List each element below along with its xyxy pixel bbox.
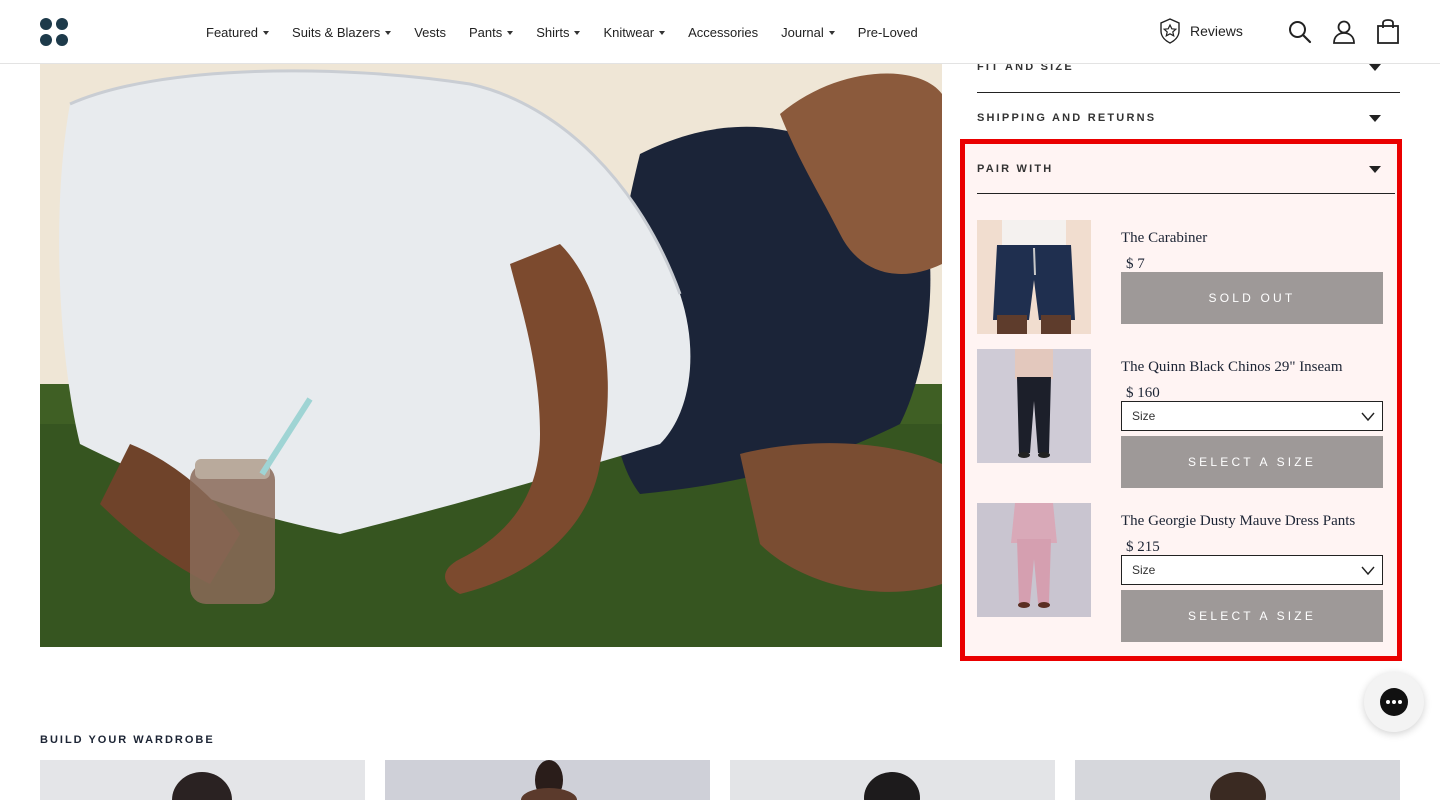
product-thumbnail-georgie-pants[interactable] xyxy=(977,503,1091,617)
nav-knitwear[interactable]: Knitwear xyxy=(603,25,666,40)
product-image xyxy=(977,220,1091,334)
reviews-label: Reviews xyxy=(1190,23,1243,39)
product-price: $ 7 xyxy=(1126,256,1145,272)
sold-out-button[interactable]: SOLD OUT xyxy=(1121,272,1383,324)
chevron-down-icon xyxy=(574,30,581,35)
chevron-down-icon[interactable] xyxy=(1369,115,1381,122)
product-thumbnail-quinn-chinos[interactable] xyxy=(977,349,1091,463)
size-select-value: Size xyxy=(1132,409,1156,423)
product-name[interactable]: The Quinn Black Chinos 29" Inseam xyxy=(1121,359,1343,376)
product-name[interactable]: The Carabiner xyxy=(1121,230,1207,247)
chevron-down-icon[interactable] xyxy=(1369,64,1381,71)
wardrobe-card[interactable] xyxy=(385,760,710,800)
chevron-down-icon xyxy=(659,30,666,35)
chat-bubble-icon xyxy=(1380,688,1408,716)
product-price: $ 160 xyxy=(1126,385,1160,401)
accordion-pair-with[interactable]: PAIR WITH xyxy=(977,163,1053,175)
product-name[interactable]: The Georgie Dusty Mauve Dress Pants xyxy=(1121,513,1355,530)
nav-featured[interactable]: Featured xyxy=(206,25,270,40)
divider xyxy=(977,193,1395,194)
select-size-button[interactable]: SELECT A SIZE xyxy=(1121,590,1383,642)
pair-with-panel: PAIR WITH The Carabiner $ 7 SOLD OUT The… xyxy=(960,139,1402,661)
nav-shirts[interactable]: Shirts xyxy=(536,25,581,40)
nav-pants[interactable]: Pants xyxy=(469,25,514,40)
site-header: Featured Suits & Blazers Vests Pants Shi… xyxy=(0,0,1440,64)
logo-icon[interactable] xyxy=(40,18,70,46)
nav-vests[interactable]: Vests xyxy=(414,25,446,40)
size-select[interactable]: Size xyxy=(1121,401,1383,431)
cart-icon[interactable] xyxy=(1375,19,1401,45)
chevron-down-icon xyxy=(385,30,392,35)
section-title-build-your-wardrobe: BUILD YOUR WARDROBE xyxy=(40,734,215,746)
product-hero-image xyxy=(40,64,942,647)
account-icon[interactable] xyxy=(1331,19,1357,45)
wardrobe-image xyxy=(1075,760,1400,800)
wardrobe-image xyxy=(730,760,1055,800)
product-image xyxy=(977,349,1091,463)
model-photo xyxy=(40,64,942,647)
product-thumbnail-carabiner[interactable] xyxy=(977,220,1091,334)
chevron-down-icon xyxy=(507,30,514,35)
chevron-down-icon xyxy=(263,30,270,35)
chevron-down-icon xyxy=(828,30,835,35)
nav-pre-loved[interactable]: Pre-Loved xyxy=(858,25,918,40)
search-icon[interactable] xyxy=(1287,19,1313,45)
wardrobe-card[interactable] xyxy=(730,760,1055,800)
wardrobe-card[interactable] xyxy=(40,760,365,800)
chat-button[interactable] xyxy=(1364,672,1424,732)
nav-accessories[interactable]: Accessories xyxy=(688,25,758,40)
chevron-down-icon[interactable] xyxy=(1369,166,1381,173)
wardrobe-image xyxy=(40,760,365,800)
size-select[interactable]: Size xyxy=(1121,555,1383,585)
wardrobe-image xyxy=(385,760,710,800)
wardrobe-card[interactable] xyxy=(1075,760,1400,800)
chevron-down-icon xyxy=(1361,566,1375,576)
product-price: $ 215 xyxy=(1126,539,1160,555)
reviews-link[interactable]: Reviews xyxy=(1158,18,1243,44)
size-select-value: Size xyxy=(1132,563,1156,577)
product-image xyxy=(977,503,1091,617)
nav-journal[interactable]: Journal xyxy=(781,25,835,40)
divider xyxy=(977,92,1400,93)
main-nav: Featured Suits & Blazers Vests Pants Shi… xyxy=(206,0,941,64)
reviews-star-icon xyxy=(1160,18,1180,44)
accordion-shipping-returns[interactable]: SHIPPING AND RETURNS xyxy=(977,112,1156,124)
nav-suits-blazers[interactable]: Suits & Blazers xyxy=(292,25,392,40)
select-size-button[interactable]: SELECT A SIZE xyxy=(1121,436,1383,488)
chevron-down-icon xyxy=(1361,412,1375,422)
